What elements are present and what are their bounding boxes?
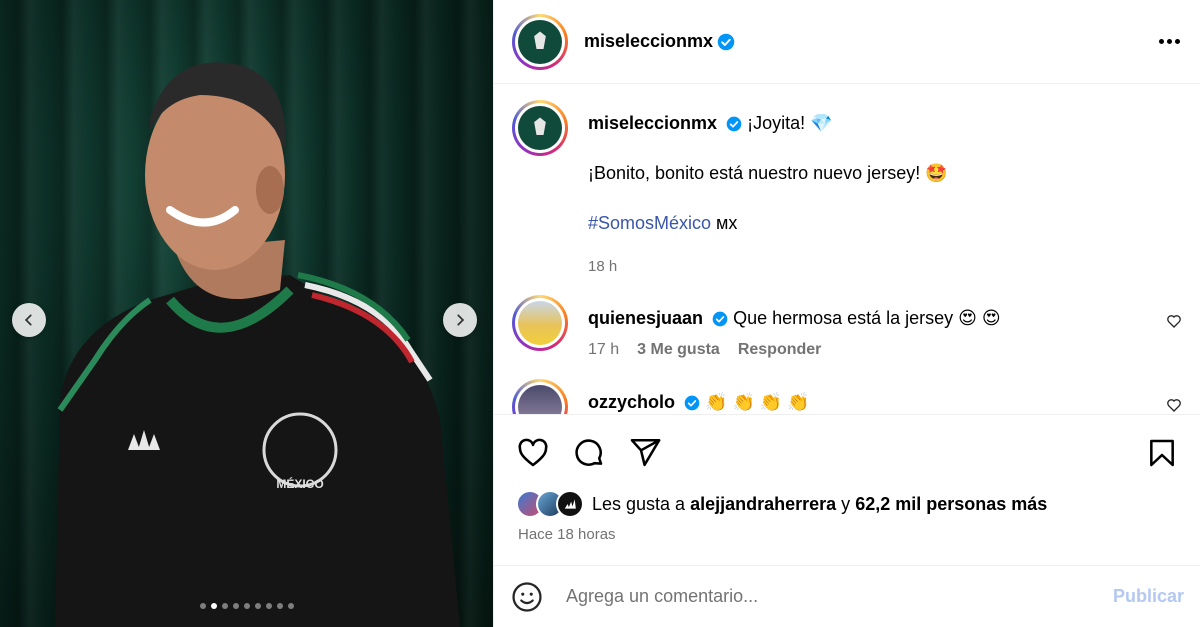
comment-username[interactable]: ozzycholo xyxy=(588,392,675,412)
comment-text: 👏 👏 👏 👏 xyxy=(705,392,810,412)
post-actions-bar xyxy=(494,415,1200,490)
emoji-icon[interactable] xyxy=(510,580,544,614)
carousel-dot xyxy=(199,603,206,609)
carousel-dot xyxy=(254,603,261,609)
post-media: MÉXICO xyxy=(0,0,493,627)
liker-username[interactable]: alejjandraherrera xyxy=(690,494,836,515)
more-options-button[interactable] xyxy=(1159,39,1180,44)
chevron-right-icon xyxy=(457,314,465,326)
mexico-crest-icon xyxy=(534,117,546,135)
add-comment-bar: Publicar xyxy=(494,565,1200,627)
chevron-left-icon xyxy=(24,314,32,326)
post-caption: miseleccionmx ¡Joyita! 💎 ¡Bonito, bonito… xyxy=(512,100,1182,275)
likes-connector: y xyxy=(836,493,856,514)
svg-text:MÉXICO: MÉXICO xyxy=(276,476,323,491)
like-heart-icon[interactable] xyxy=(516,436,550,470)
caption-avatar[interactable] xyxy=(512,100,568,156)
account-username[interactable]: miseleccionmx xyxy=(584,31,713,52)
comments-section: miseleccionmx ¡Joyita! 💎 ¡Bonito, bonito… xyxy=(494,84,1200,415)
verified-badge-icon xyxy=(717,33,735,51)
comment-item: quienesjuaan Que hermosa está la jersey … xyxy=(512,295,1182,359)
liker-avatars[interactable] xyxy=(516,490,584,518)
carousel-dot xyxy=(265,603,272,609)
previous-media-button[interactable] xyxy=(12,303,46,337)
verified-badge-icon xyxy=(684,395,700,411)
carousel-dot xyxy=(287,603,294,609)
carousel-indicator xyxy=(0,603,493,609)
comment-bubble-icon[interactable] xyxy=(572,436,606,470)
player-photo: MÉXICO xyxy=(55,62,460,627)
reply-button[interactable]: Responder xyxy=(738,341,822,359)
verified-badge-icon xyxy=(726,116,742,132)
caption-line-1: ¡Joyita! 💎 xyxy=(747,113,833,133)
carousel-dot xyxy=(276,603,283,609)
adidas-logo-icon xyxy=(564,499,576,509)
like-comment-heart-icon[interactable] xyxy=(1166,313,1182,334)
next-media-button[interactable] xyxy=(443,303,477,337)
caption-line-2: ¡Bonito, bonito está nuestro nuevo jerse… xyxy=(588,163,948,183)
comment-item: ozzycholo 👏 👏 👏 👏 xyxy=(512,379,1182,414)
post-side-panel: miseleccionmx miseleccionmx ¡Joyita! 💎 ¡… xyxy=(493,0,1200,627)
comment-text: Que hermosa está la jersey 😍 😍 xyxy=(733,308,1001,328)
carousel-dot xyxy=(221,603,228,609)
save-bookmark-icon[interactable] xyxy=(1146,437,1178,469)
hashtag-suffix: мх xyxy=(711,213,738,233)
comment-username[interactable]: quienesjuaan xyxy=(588,308,703,328)
hashtag-link[interactable]: #SomosMéxico xyxy=(588,213,711,233)
likes-prefix: Les gusta a xyxy=(592,493,691,514)
comment-time: 17 h xyxy=(588,341,620,358)
likes-summary: Les gusta a alejjandraherrera y 62,2 mil… xyxy=(494,490,1200,518)
verified-badge-icon xyxy=(712,311,728,327)
comment-input[interactable] xyxy=(566,586,1113,607)
publish-button[interactable]: Publicar xyxy=(1113,586,1184,607)
commenter-avatar[interactable] xyxy=(512,379,568,414)
caption-time: 18 h xyxy=(588,258,618,275)
like-comment-heart-icon[interactable] xyxy=(1166,397,1182,414)
account-avatar[interactable] xyxy=(512,13,568,70)
mexico-crest-icon xyxy=(534,31,546,49)
carousel-dot xyxy=(243,603,250,609)
share-paper-plane-icon[interactable] xyxy=(628,436,662,470)
caption-username[interactable]: miseleccionmx xyxy=(588,113,717,133)
post-header: miseleccionmx xyxy=(494,0,1200,84)
commenter-avatar[interactable] xyxy=(512,295,568,351)
carousel-dot xyxy=(210,603,217,609)
carousel-dot xyxy=(232,603,239,609)
likes-count[interactable]: 62,2 mil personas más xyxy=(855,494,1047,515)
comment-likes-link[interactable]: 3 Me gusta xyxy=(637,341,720,359)
instagram-post: MÉXICO miseleccionmx miseleccionmx ¡Joyi… xyxy=(0,0,1200,627)
post-timestamp[interactable]: Hace 18 horas xyxy=(494,518,1200,543)
